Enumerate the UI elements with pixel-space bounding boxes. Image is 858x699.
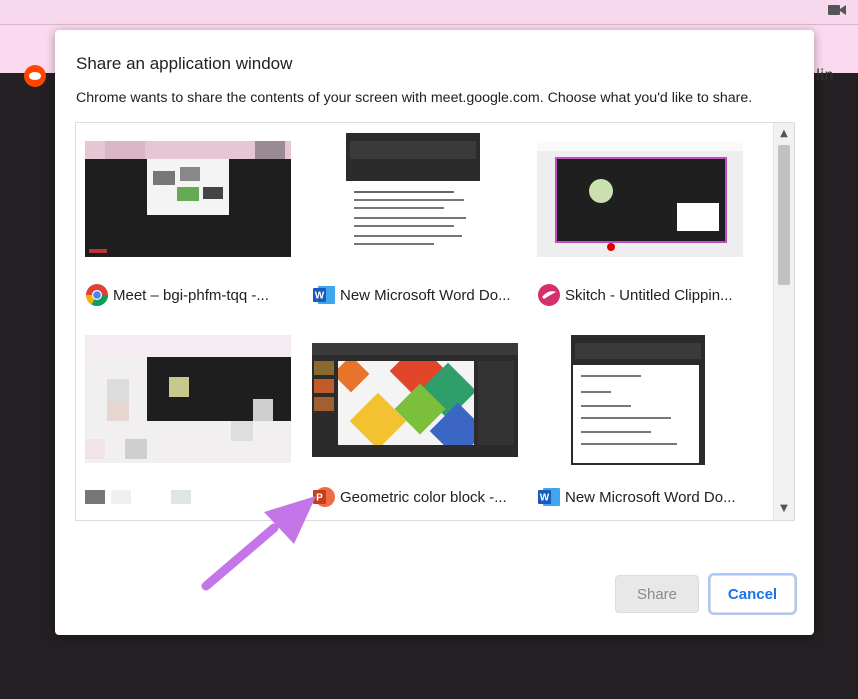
- window-label-row: W New Microsoft Word Do...: [312, 283, 511, 307]
- window-title: Geometric color block -...: [340, 488, 507, 506]
- window-list: Meet – bgi-phfm-tqq -... W New Microsoft…: [75, 122, 795, 521]
- share-button[interactable]: Share: [615, 575, 699, 613]
- annotation-arrow-icon: [201, 496, 316, 591]
- svg-text:W: W: [315, 291, 325, 302]
- scroll-up-arrow-icon[interactable]: ▲: [774, 125, 794, 143]
- window-item-word-doc-2[interactable]: W New Microsoft Word Do...: [537, 335, 743, 515]
- window-thumbnail: [85, 335, 291, 463]
- window-title: Meet – bgi-phfm-tqq -...: [113, 286, 269, 304]
- word-icon: W: [538, 488, 560, 506]
- window-item-meet[interactable]: Meet – bgi-phfm-tqq -...: [85, 133, 291, 313]
- list-scrollbar[interactable]: ▲ ▼: [773, 123, 794, 520]
- window-title: New Microsoft Word Do...: [565, 488, 736, 506]
- blurred-window-icon: [85, 490, 105, 504]
- window-label-row: Skitch - Untitled Clippin...: [537, 283, 733, 307]
- skitch-icon: [538, 284, 560, 306]
- window-thumbnail: [537, 141, 743, 257]
- scroll-down-arrow-icon[interactable]: ▼: [774, 500, 794, 518]
- window-thumbnail: [571, 335, 705, 465]
- window-thumbnail: [312, 343, 518, 457]
- window-label-row: W New Microsoft Word Do...: [537, 485, 736, 509]
- scroll-thumb[interactable]: [778, 145, 790, 285]
- window-label-row: Meet – bgi-phfm-tqq -...: [85, 283, 269, 307]
- window-item-powerpoint[interactable]: P Geometric color block -...: [312, 335, 518, 515]
- cancel-button[interactable]: Cancel: [710, 575, 795, 613]
- window-title: New Microsoft Word Do...: [340, 286, 511, 304]
- window-thumbnail: [346, 133, 480, 261]
- reddit-icon[interactable]: [24, 65, 46, 87]
- word-icon: W: [313, 286, 335, 304]
- window-label-row: P Geometric color block -...: [312, 485, 507, 509]
- bookmark-fragment: lin: [816, 66, 834, 84]
- window-label-row: [85, 485, 191, 509]
- browser-title-bar: [0, 0, 858, 25]
- share-window-dialog: Share an application window Chrome wants…: [55, 30, 814, 635]
- window-title: Skitch - Untitled Clippin...: [565, 286, 733, 304]
- dialog-title: Share an application window: [76, 54, 293, 73]
- dialog-description: Chrome wants to share the contents of yo…: [76, 90, 753, 106]
- window-item-word-doc[interactable]: W New Microsoft Word Do...: [312, 133, 518, 313]
- window-item-blurred[interactable]: [85, 335, 291, 515]
- window-thumbnail: [85, 141, 291, 257]
- chrome-icon: [86, 284, 108, 306]
- window-item-skitch[interactable]: Skitch - Untitled Clippin...: [537, 133, 743, 313]
- svg-text:W: W: [540, 493, 550, 504]
- camera-icon[interactable]: [828, 4, 846, 16]
